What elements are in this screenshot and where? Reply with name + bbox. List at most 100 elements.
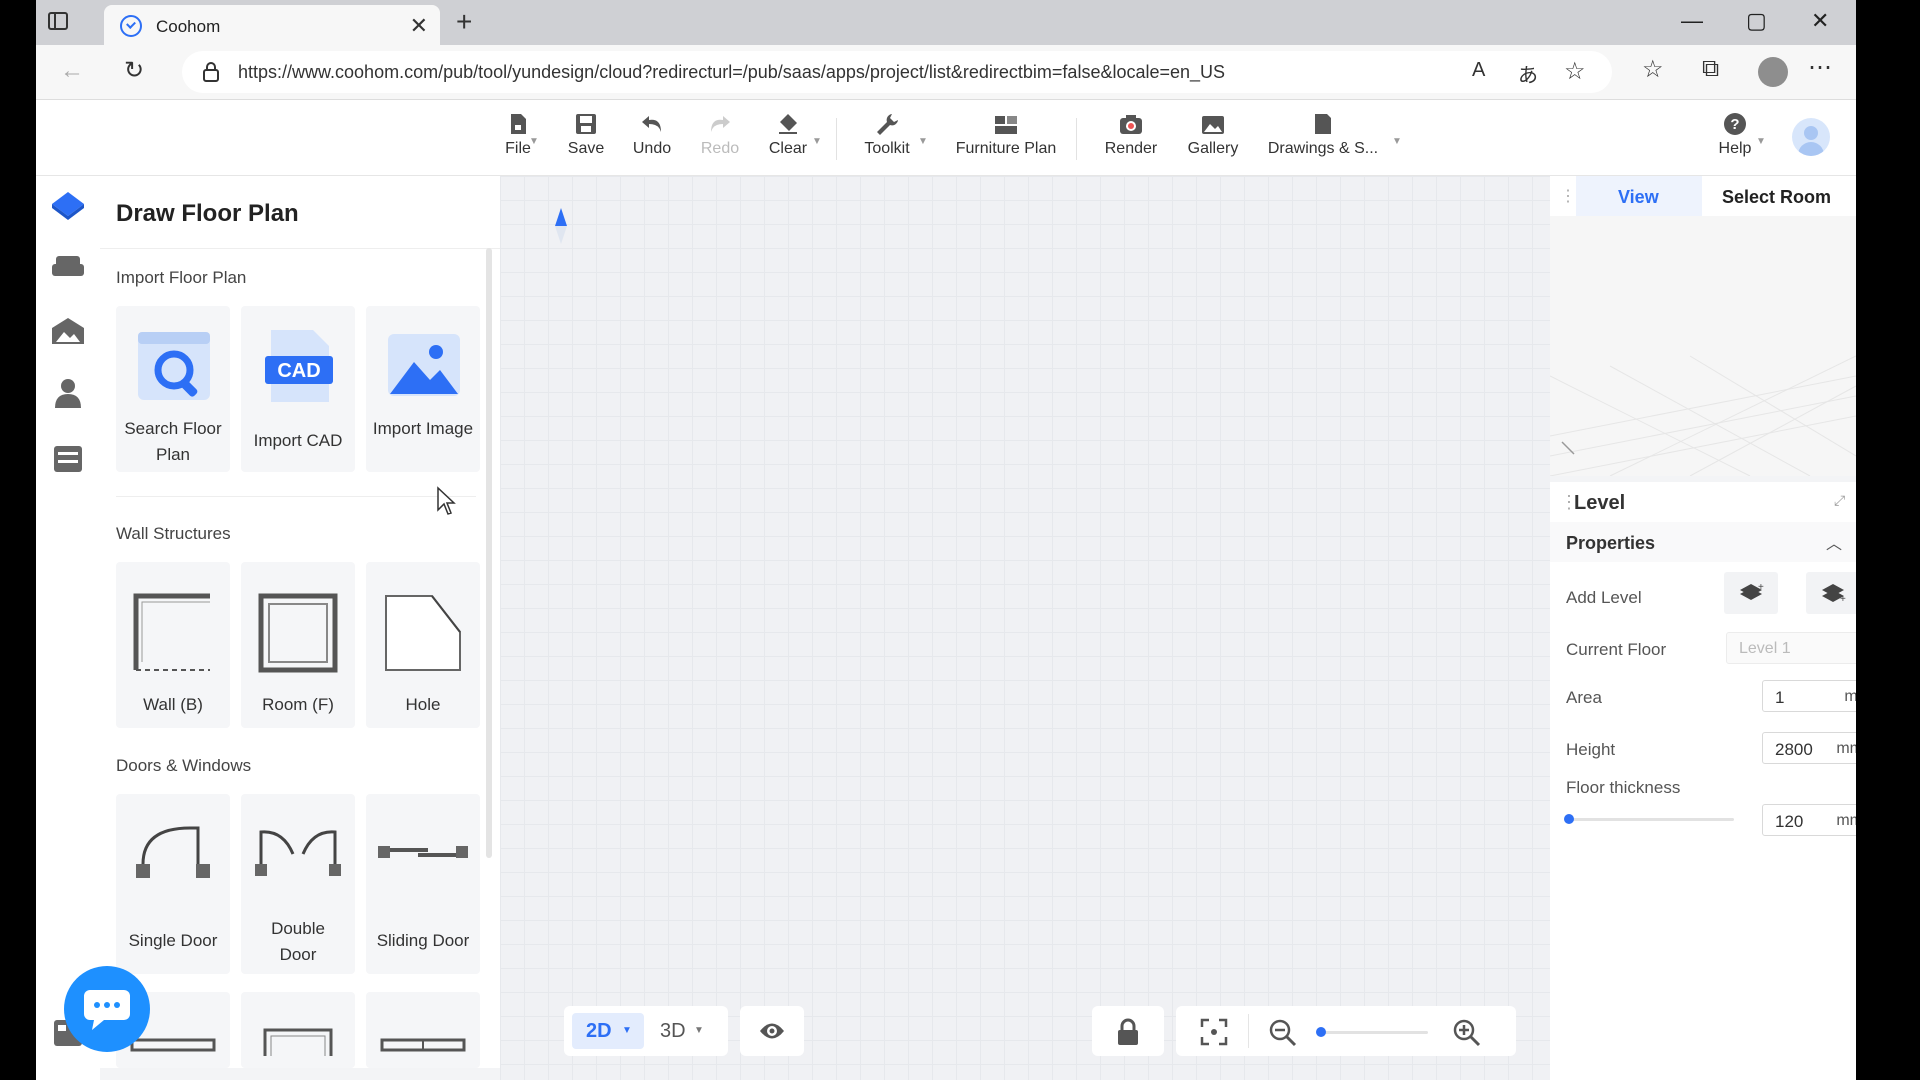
drag-handle-icon[interactable]: ⋮	[1560, 186, 1576, 206]
bay-window-card[interactable]	[241, 992, 355, 1068]
room-icon	[258, 593, 338, 673]
refresh-icon[interactable]: ↻	[124, 56, 144, 85]
read-aloud-icon[interactable]: A	[1472, 59, 1485, 82]
eye-icon[interactable]	[758, 1020, 786, 1042]
house-icon[interactable]	[50, 314, 86, 348]
panel-scrollbar[interactable]	[486, 248, 492, 858]
zoom-divider	[1248, 1014, 1249, 1048]
browser-tab[interactable]: Coohom ✕	[104, 5, 440, 45]
tab-view[interactable]: View	[1576, 176, 1702, 216]
properties-title: Properties	[1566, 533, 1656, 553]
user-avatar[interactable]	[1792, 118, 1830, 156]
translate-icon[interactable]: あ	[1518, 59, 1538, 88]
collapse-chevron-icon[interactable]: ︿	[1826, 530, 1842, 554]
gallery-button[interactable]: Gallery	[1178, 112, 1248, 158]
clear-label: Clear	[768, 140, 808, 157]
import-image-card[interactable]: Import Image	[366, 306, 480, 472]
level-panel: ⋮ Level ⤢ Properties ︿ Add Level + + Cur…	[1550, 482, 1856, 1080]
collections-icon[interactable]: ⧉	[1702, 55, 1719, 83]
drawings-caret-icon[interactable]: ▼	[1392, 136, 1402, 147]
draw-floor-plan-panel: Draw Floor Plan Import Floor Plan Search…	[100, 176, 500, 1068]
wrench-icon	[877, 114, 898, 135]
minimize-icon[interactable]: —	[1681, 8, 1703, 34]
chat-support-button[interactable]	[64, 966, 150, 1052]
wall-card[interactable]: Wall (B)	[116, 562, 230, 728]
clear-button[interactable]: Clear	[758, 112, 818, 158]
design-canvas[interactable]: 2D ▼ 3D ▼	[500, 176, 1550, 1080]
search-floor-plan-card[interactable]: Search Floor Plan	[116, 306, 230, 472]
undo-button[interactable]: Undo	[622, 112, 682, 158]
help-caret-icon[interactable]: ▼	[1756, 136, 1766, 147]
height-label: Height	[1566, 740, 1616, 759]
mode-2d-button[interactable]: 2D ▼	[572, 1013, 644, 1049]
expand-icon[interactable]: ⤢	[1834, 492, 1845, 509]
add-level-label: Add Level	[1566, 588, 1642, 607]
person-icon[interactable]	[50, 376, 86, 410]
tab-select-room[interactable]: Select Room	[1702, 176, 1856, 216]
add-level-above-button[interactable]: +	[1724, 572, 1778, 614]
file-caret-icon[interactable]: ▼	[529, 136, 539, 147]
zoom-out-icon[interactable]	[1268, 1018, 1298, 1048]
save-button[interactable]: Save	[556, 112, 616, 158]
height-field[interactable]: 2800 mm	[1762, 732, 1856, 764]
url-field[interactable]: https://www.coohom.com/pub/tool/yundesig…	[182, 51, 1612, 93]
close-tab-icon[interactable]: ✕	[410, 13, 428, 39]
single-door-card[interactable]: Single Door	[116, 794, 230, 974]
room-card[interactable]: Room (F)	[241, 562, 355, 728]
double-door-card[interactable]: Double Door	[241, 794, 355, 974]
floor-thickness-slider[interactable]	[1564, 814, 1734, 824]
mode-2d-caret-icon: ▼	[622, 1025, 632, 1036]
floor-plan-icon[interactable]	[50, 188, 86, 222]
new-tab-icon[interactable]: +	[456, 6, 472, 38]
render-button[interactable]: Render	[1098, 112, 1164, 158]
import-cad-card[interactable]: CAD Import CAD	[241, 306, 355, 472]
properties-header[interactable]: Properties ︿	[1550, 522, 1856, 562]
redo-label: Redo	[700, 140, 740, 157]
fit-view-icon[interactable]	[1200, 1018, 1228, 1046]
minimap-3d-preview[interactable]	[1550, 216, 1856, 476]
french-window-card[interactable]	[366, 992, 480, 1068]
add-favorite-icon[interactable]: ☆	[1564, 57, 1586, 86]
close-window-icon[interactable]: ✕	[1811, 8, 1829, 34]
file-button[interactable]: File	[490, 112, 546, 158]
clear-caret-icon[interactable]: ▼	[812, 136, 822, 147]
drawings-button[interactable]: Drawings & S...	[1258, 112, 1388, 158]
current-floor-select[interactable]: Level 1 ▼	[1726, 632, 1856, 664]
mode-3d-button[interactable]: 3D ▼	[652, 1013, 722, 1049]
lock-icon[interactable]	[202, 62, 220, 82]
floor-thickness-slider-thumb[interactable]	[1564, 814, 1574, 824]
zoom-slider-thumb[interactable]	[1316, 1027, 1326, 1037]
room-label: Room (F)	[262, 695, 334, 714]
cabinet-icon[interactable]	[50, 442, 86, 476]
toolkit-button[interactable]: Toolkit	[852, 112, 922, 158]
toolkit-caret-icon[interactable]: ▼	[918, 136, 928, 147]
tab-view-label: View	[1618, 187, 1659, 207]
cad-file-icon: CAD	[265, 330, 333, 402]
height-unit: mm	[1836, 740, 1856, 757]
lock-icon[interactable]	[1116, 1018, 1140, 1046]
help-button[interactable]: ? Help	[1710, 112, 1760, 158]
zoom-slider[interactable]	[1316, 1027, 1428, 1037]
import-image-label: Import Image	[372, 419, 474, 438]
floor-thickness-field[interactable]: 120 mm	[1762, 804, 1856, 836]
browser-address-bar: ← ↻ https://www.coohom.com/pub/tool/yund…	[36, 45, 1856, 100]
favorites-icon[interactable]: ☆	[1642, 55, 1664, 84]
area-label: Area	[1566, 688, 1602, 707]
back-icon[interactable]: ←	[60, 57, 84, 85]
restore-icon[interactable]: ▢	[1746, 8, 1767, 34]
area-field[interactable]: 1 m²	[1762, 680, 1856, 712]
furniture-plan-button[interactable]: Furniture Plan	[946, 112, 1066, 158]
profile-avatar[interactable]	[1758, 57, 1788, 87]
zoom-in-icon[interactable]	[1452, 1018, 1482, 1048]
hole-card[interactable]: Hole	[366, 562, 480, 728]
zoom-controls	[1176, 1006, 1516, 1056]
furniture-icon[interactable]	[50, 250, 86, 284]
redo-icon	[711, 116, 730, 132]
add-level-below-button[interactable]: +	[1806, 572, 1856, 614]
sliding-door-card[interactable]: Sliding Door	[366, 794, 480, 974]
redo-button[interactable]: Redo	[690, 112, 750, 158]
more-options-icon[interactable]: ⋯	[1808, 53, 1832, 82]
compass-icon[interactable]	[554, 206, 568, 246]
tab-actions-icon[interactable]	[48, 12, 68, 30]
svg-text:+: +	[1758, 582, 1764, 593]
